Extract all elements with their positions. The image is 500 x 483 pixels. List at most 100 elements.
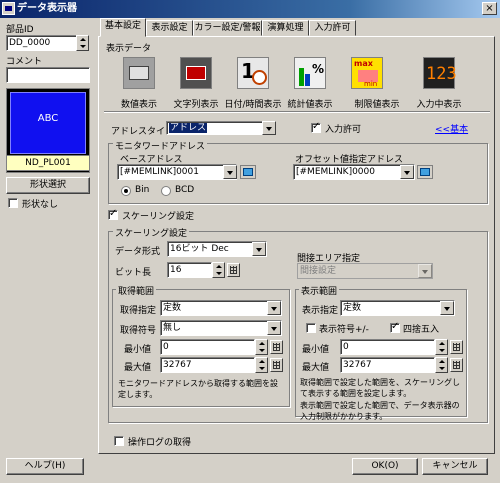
comment-label: コメント [6, 57, 43, 67]
display-range-note-2: 表示範囲で設定した範囲で、データ表示器の入力制限がかかります。 [300, 401, 460, 421]
display-spec-select[interactable]: 定数 [340, 300, 455, 316]
display-sign-label: 表示符号+/- [319, 325, 369, 335]
display-max-spinner[interactable] [435, 357, 448, 373]
datetime-display-icon[interactable]: 1 [237, 57, 269, 89]
bit-length-input[interactable]: 16 [167, 262, 212, 278]
offset-address-input[interactable]: [#MEMLINK]0000 [293, 164, 415, 180]
input-allow-checkbox[interactable] [311, 121, 321, 133]
bin-label: Bin [135, 185, 150, 195]
source-sign-dropdown[interactable] [267, 321, 281, 335]
round-label: 四捨五入 [403, 325, 440, 335]
indirect-area-select: 間接設定 [297, 263, 433, 279]
bit-length-keypad-icon[interactable] [227, 263, 240, 277]
source-sign-label: 取得符号 [120, 326, 157, 336]
bin-radio[interactable] [121, 186, 131, 196]
app-icon [2, 2, 15, 15]
numeric-display-icon[interactable] [123, 57, 155, 89]
base-address-picker-icon[interactable] [240, 165, 256, 179]
offset-address-picker-icon[interactable] [417, 165, 433, 179]
display-min-label: 最小値 [302, 345, 330, 355]
display-spec-dropdown[interactable] [440, 301, 454, 315]
bcd-radio[interactable] [161, 186, 171, 196]
source-max-label: 最大値 [124, 363, 152, 373]
bit-length-spinner[interactable] [212, 262, 225, 278]
input-allow-label: 入力許可 [325, 125, 362, 135]
display-min-input[interactable]: 0 [340, 339, 435, 355]
basic-link[interactable]: <<基本 [435, 122, 468, 135]
address-type-select[interactable]: アドレス [166, 121, 276, 135]
string-display-icon[interactable] [180, 57, 212, 89]
base-address-input[interactable]: [#MEMLINK]0001 [117, 164, 237, 180]
tab-calc[interactable]: 演算処理 [262, 20, 309, 36]
string-display-label: 文字列表示 [173, 100, 219, 110]
window-title: データ表示器 [17, 3, 77, 14]
comment-input[interactable] [6, 67, 90, 83]
part-id-input[interactable]: DD_0000 [6, 35, 77, 51]
source-min-input[interactable]: 0 [160, 339, 255, 355]
display-min-keypad-icon[interactable] [450, 340, 463, 354]
display-max-input[interactable]: 32767 [340, 357, 435, 373]
display-max-label: 最大値 [302, 363, 330, 373]
source-sign-select[interactable]: 無し [160, 320, 282, 336]
source-min-label: 最小値 [124, 345, 152, 355]
source-min-spinner[interactable] [255, 339, 268, 355]
source-spec-dropdown[interactable] [267, 301, 281, 315]
numeric-display-label: 数値表示 [120, 100, 157, 110]
display-range-note-1: 取得範囲で設定した範囲を、スケーリングして表示する範囲を設定します。 [300, 378, 460, 398]
close-button[interactable]: × [482, 2, 497, 15]
address-type-dropdown[interactable] [262, 121, 276, 135]
ok-button[interactable]: OK(O) [352, 458, 418, 475]
title-bar: データ表示器 [0, 0, 500, 18]
display-min-spinner[interactable] [435, 339, 448, 355]
display-spec-label: 表示指定 [302, 306, 339, 316]
part-id-spinner[interactable] [76, 35, 89, 51]
operation-log-label: 操作ログの取得 [128, 438, 192, 448]
display-range-title: 表示範囲 [299, 284, 340, 297]
scaling-group-title: スケーリング設定 [113, 226, 190, 239]
inputting-display-label: 入力中表示 [416, 100, 462, 110]
no-shape-checkbox[interactable] [8, 198, 18, 208]
bcd-label: BCD [175, 185, 195, 195]
data-format-label: データ形式 [115, 247, 161, 257]
shape-select-button[interactable]: 形状選択 [6, 177, 90, 194]
source-spec-select[interactable]: 定数 [160, 300, 282, 316]
tab-basic[interactable]: 基本設定 [100, 18, 146, 37]
display-sign-checkbox[interactable] [306, 323, 316, 333]
source-spec-label: 取得指定 [120, 306, 157, 316]
data-format-dropdown[interactable] [252, 242, 266, 256]
source-range-note: モニタワードアドレスから取得する範囲を設定します。 [118, 379, 278, 399]
monitor-group-title: モニタワードアドレス [113, 139, 208, 152]
shape-name: ND_PL001 [6, 155, 90, 171]
scaling-checkbox[interactable] [108, 208, 118, 220]
limit-display-label: 制限値表示 [354, 100, 400, 110]
source-max-input[interactable]: 32767 [160, 357, 255, 373]
address-type-value: アドレス [169, 123, 208, 133]
offset-address-dropdown[interactable] [400, 165, 414, 179]
base-address-dropdown[interactable] [223, 165, 237, 179]
display-data-label: 表示データ [106, 44, 152, 54]
tab-display[interactable]: 表示設定 [146, 20, 193, 36]
inputting-display-icon[interactable]: 123 [423, 57, 457, 89]
limit-display-icon[interactable]: max min [351, 57, 383, 89]
datetime-display-label: 日付/時間表示 [224, 100, 282, 110]
no-shape-label: 形状なし [22, 200, 59, 210]
tab-color-alarm[interactable]: カラー設定/警報 [193, 20, 262, 36]
source-max-spinner[interactable] [255, 357, 268, 373]
statistics-display-icon[interactable]: % [294, 57, 326, 89]
help-button[interactable]: ヘルプ(H) [6, 458, 84, 475]
bit-length-label: ビット長 [115, 268, 152, 278]
round-checkbox[interactable] [390, 321, 400, 333]
statistics-display-label: 統計値表示 [287, 100, 333, 110]
tab-input-allow[interactable]: 入力許可 [309, 20, 356, 36]
operation-log-checkbox[interactable] [114, 436, 124, 446]
cancel-button[interactable]: キャンセル [422, 458, 488, 475]
source-range-title: 取得範囲 [116, 284, 157, 297]
separator [104, 111, 490, 113]
display-max-keypad-icon[interactable] [450, 358, 463, 372]
source-max-keypad-icon[interactable] [270, 358, 283, 372]
preview-text: ABC [10, 92, 86, 154]
part-id-label: 部品ID [6, 25, 34, 35]
address-type-label: アドレスタイプ [111, 127, 175, 137]
indirect-area-dropdown [418, 264, 432, 278]
source-min-keypad-icon[interactable] [270, 340, 283, 354]
